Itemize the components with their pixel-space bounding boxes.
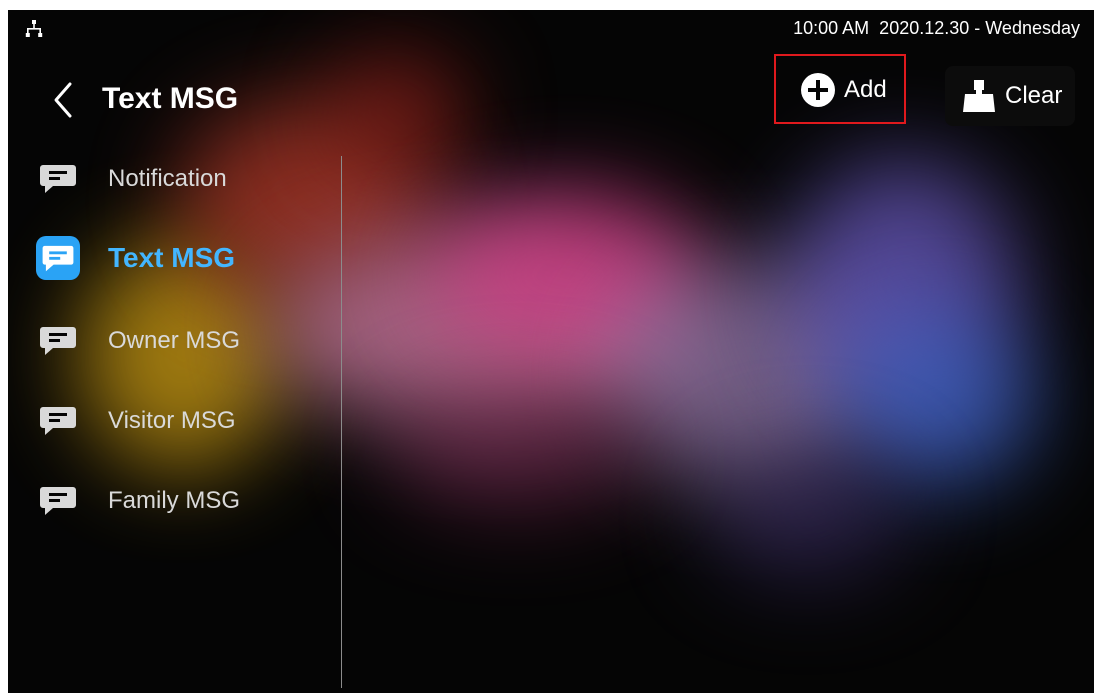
message-icon (40, 165, 76, 193)
add-label: Add (844, 76, 887, 103)
sidebar-item-owner-msg[interactable]: Owner MSG (38, 310, 328, 370)
broom-icon (963, 80, 995, 112)
message-icon (40, 407, 76, 435)
status-clock: 10:00 AM 2020.12.30 - Wednesday (793, 18, 1080, 38)
add-button[interactable]: Add (774, 54, 906, 124)
page-title: Text MSG (102, 82, 239, 115)
sidebar-item-label: Family MSG (108, 487, 240, 514)
message-icon (40, 487, 76, 515)
message-icon (36, 236, 80, 280)
chevron-left-icon (54, 82, 72, 118)
clear-button[interactable]: Clear (945, 66, 1075, 126)
sidebar-item-label: Visitor MSG (108, 407, 236, 434)
sidebar-item-label: Notification (108, 165, 227, 192)
back-button[interactable] (48, 80, 82, 120)
sidebar-item-text-msg[interactable]: Text MSG (36, 228, 328, 288)
sidebar-item-label: Text MSG (108, 242, 236, 273)
sidebar-item-label: Owner MSG (108, 327, 241, 354)
plus-circle-icon (801, 73, 835, 107)
network-tree-icon (25, 20, 43, 37)
clear-label: Clear (1005, 82, 1063, 109)
message-icon (40, 327, 76, 355)
status-bar: 10:00 AM 2020.12.30 - Wednesday (8, 10, 1094, 46)
screen: 10:00 AM 2020.12.30 - Wednesday Text MSG… (8, 10, 1094, 693)
sidebar-divider (341, 156, 342, 688)
sidebar-item-visitor-msg[interactable]: Visitor MSG (38, 390, 328, 450)
sidebar-item-family-msg[interactable]: Family MSG (38, 470, 328, 530)
sidebar-item-notification[interactable]: Notification (38, 148, 328, 208)
